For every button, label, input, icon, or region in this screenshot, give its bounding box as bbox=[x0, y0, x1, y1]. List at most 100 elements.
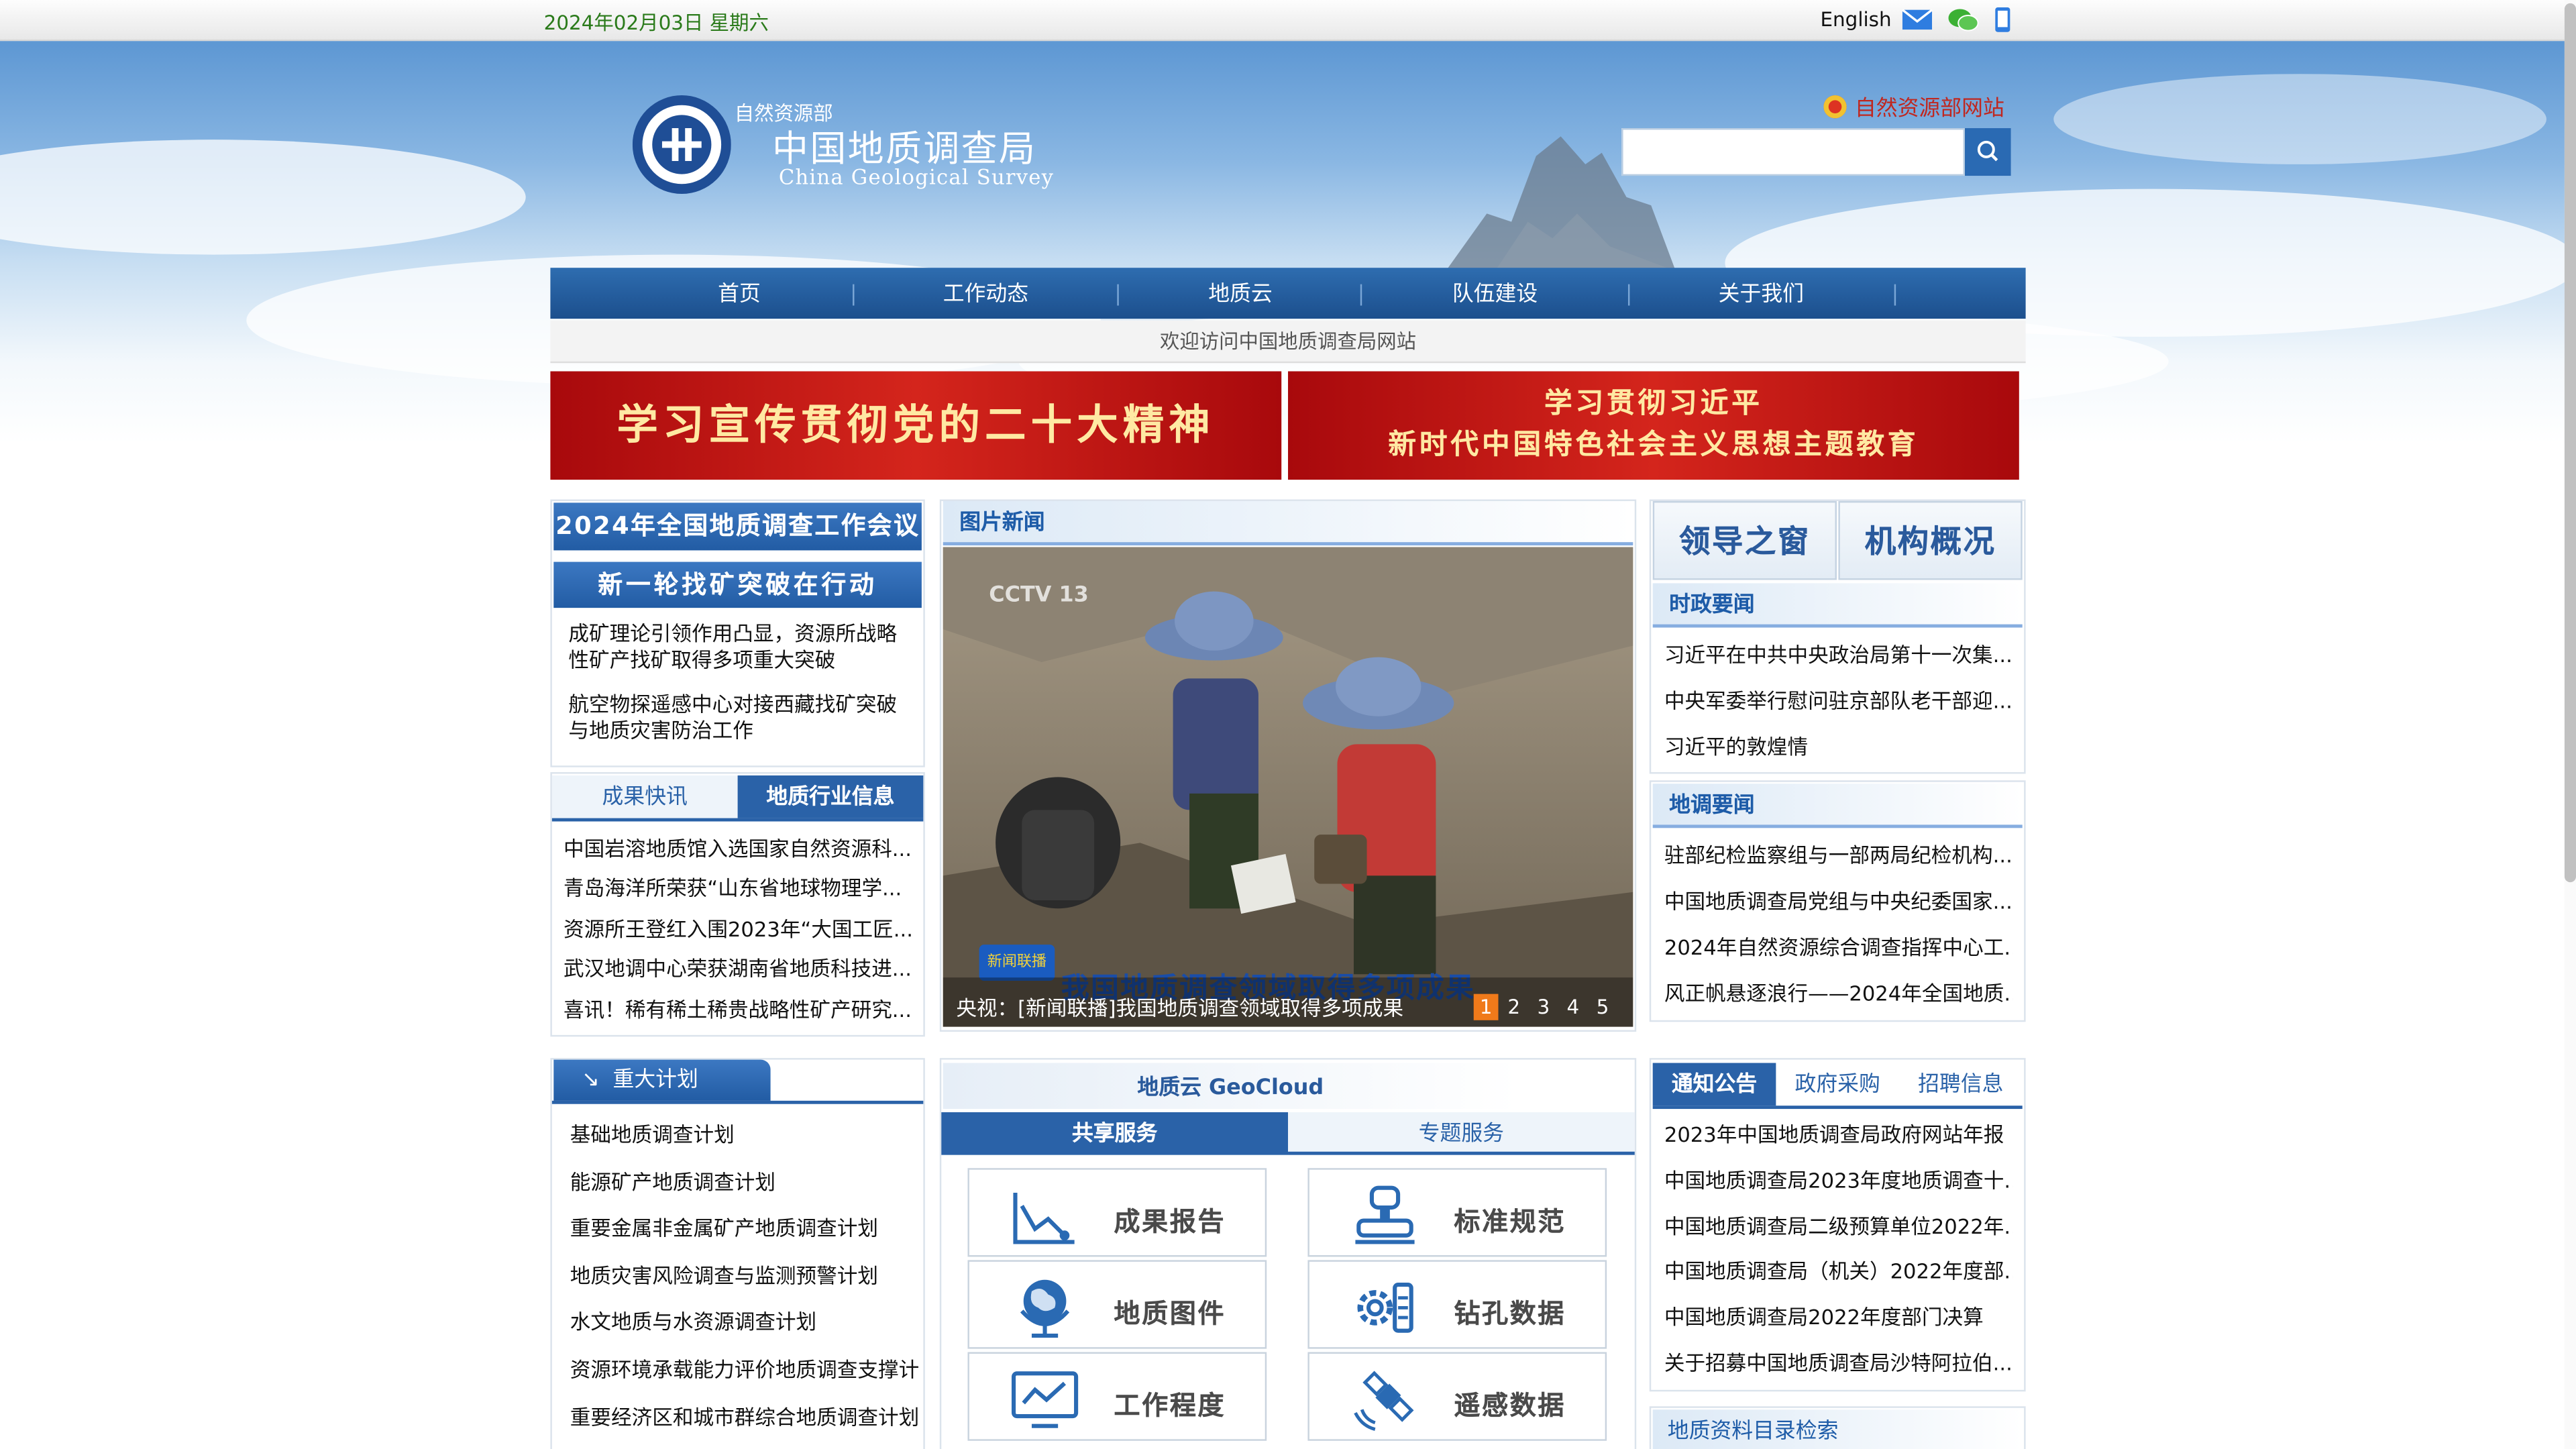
list-item[interactable]: 中国地质调查局二级预算单位2022年... bbox=[1664, 1214, 2012, 1240]
national-emblem-icon bbox=[1823, 95, 1847, 119]
list-item[interactable]: 风正帆悬逐浪行——2024年全国地质... bbox=[1664, 981, 2012, 1007]
list-item[interactable]: 青岛海洋所荣获“山东省地球物理学... bbox=[564, 875, 912, 902]
plans-panel bbox=[550, 1058, 925, 1449]
list-item[interactable]: 中国地质调查局党组与中央纪委国家... bbox=[1664, 889, 2012, 915]
slide-page-1[interactable]: 1 bbox=[1473, 994, 1499, 1020]
list-item[interactable]: 驻部纪检监察组与一部两局纪检机构... bbox=[1664, 843, 2012, 869]
service-work-level[interactable]: 工作程度 bbox=[967, 1352, 1267, 1441]
feature-item[interactable]: 成矿理论引领作用凸显，资源所战略性矿产找矿取得多项重大突破 bbox=[568, 621, 906, 674]
conference-banner[interactable]: 2024年全国地质调查工作会议 bbox=[553, 502, 922, 551]
photo-caption[interactable]: 央视：[新闻联播]我国地质调查领域取得多项成果 bbox=[956, 991, 1403, 1022]
cctv-logo: CCTV 13 bbox=[989, 583, 1089, 608]
politics-header: 时政要闻 bbox=[1652, 583, 2023, 628]
banner-theme-education[interactable]: 学习贯彻习近平 新时代中国特色社会主义思想主题教育 bbox=[1288, 371, 2019, 480]
geocloud-title[interactable]: 地质云 GeoCloud bbox=[943, 1063, 1518, 1110]
globe-icon bbox=[1020, 1279, 1070, 1338]
slide-page-2[interactable]: 2 bbox=[1501, 994, 1526, 1020]
service-geological-maps[interactable]: 地质图件 bbox=[967, 1260, 1267, 1349]
nav-home[interactable]: 首页 bbox=[608, 268, 871, 319]
search-button[interactable] bbox=[1965, 128, 2011, 176]
service-remote-sensing[interactable]: 遥感数据 bbox=[1307, 1352, 1607, 1441]
welcome-bar: 欢迎访问中国地质调查局网站 bbox=[550, 320, 2026, 364]
plan-item[interactable]: 资源环境承载能力评价地质调查支撑计 bbox=[570, 1357, 918, 1383]
search-icon bbox=[1977, 140, 1998, 162]
top-bar: 2024年02月03日 星期六 English bbox=[0, 0, 2576, 42]
scrollbar-thumb[interactable] bbox=[2564, 3, 2576, 883]
nav-geocloud[interactable]: 地质云 bbox=[1117, 268, 1363, 319]
plan-item[interactable]: 地质灾害风险调查与监测预警计划 bbox=[570, 1263, 918, 1289]
tab-achievements[interactable]: 成果快讯 bbox=[551, 775, 738, 818]
slide-page-4[interactable]: 4 bbox=[1561, 994, 1586, 1020]
plans-title: 重大计划 bbox=[612, 1067, 698, 1093]
photo-news-header: 图片新闻 bbox=[943, 500, 1633, 546]
list-item[interactable]: 习近平的敦煌情 bbox=[1664, 735, 2012, 761]
organization-button[interactable]: 机构概况 bbox=[1838, 500, 2023, 580]
list-item[interactable]: 习近平在中共中央政治局第十一次集... bbox=[1664, 643, 2012, 669]
arrow-icon: ↘ bbox=[581, 1067, 600, 1093]
catalog-search-link[interactable]: 地质资料目录检索 bbox=[1652, 1409, 2023, 1449]
service-label: 遥感数据 bbox=[1454, 1389, 1566, 1421]
list-item[interactable]: 中国地质调查局2023年度地质调查十... bbox=[1664, 1168, 2012, 1194]
plan-item[interactable]: 水文地质与水资源调查计划 bbox=[570, 1309, 918, 1336]
slide-page-5[interactable]: 5 bbox=[1591, 994, 1615, 1020]
mnr-link-label: 自然资源部网站 bbox=[1854, 97, 2004, 122]
search-input[interactable] bbox=[1621, 128, 1966, 176]
banner-twentieth-congress[interactable]: 学习宣传贯彻党的二十大精神 bbox=[550, 371, 1282, 480]
tab-thematic-services[interactable]: 专题服务 bbox=[1288, 1112, 1635, 1155]
wechat-icon[interactable] bbox=[1947, 7, 1980, 33]
service-achievement-reports[interactable]: 成果报告 bbox=[967, 1168, 1267, 1257]
tab-procurement[interactable]: 政府采购 bbox=[1776, 1063, 1899, 1106]
list-item[interactable]: 资源所王登红入围2023年“大国工匠... bbox=[564, 917, 912, 943]
tab-shared-services[interactable]: 共享服务 bbox=[941, 1112, 1289, 1155]
list-item[interactable]: 中国地质调查局2022年度部门决算 bbox=[1664, 1305, 2012, 1331]
leaders-window-button[interactable]: 领导之窗 bbox=[1652, 500, 1837, 580]
english-link[interactable]: English bbox=[1820, 8, 1891, 31]
service-label: 成果报告 bbox=[1114, 1205, 1226, 1238]
feature-item[interactable]: 航空物探遥感中心对接西藏找矿突破与地质灾害防治工作 bbox=[568, 692, 906, 744]
nav-work-news[interactable]: 工作动态 bbox=[854, 268, 1117, 319]
page: 2024年02月03日 星期六 English 自然资源部 中国地质调查局 Ch… bbox=[0, 0, 2576, 1449]
plan-item[interactable]: 重要经济区和城市群综合地质调查计划 bbox=[570, 1405, 918, 1431]
monitor-icon bbox=[1011, 1371, 1079, 1428]
list-item[interactable]: 中央军委举行慰问驻京部队老干部迎... bbox=[1664, 688, 2012, 714]
tab-industry-info[interactable]: 地质行业信息 bbox=[737, 775, 924, 818]
service-borehole-data[interactable]: 钻孔数据 bbox=[1307, 1260, 1607, 1349]
banner-line-2: 新时代中国特色社会主义思想主题教育 bbox=[1388, 429, 1919, 462]
survey-news-header: 地调要闻 bbox=[1652, 784, 2023, 828]
slide-page-3[interactable]: 3 bbox=[1531, 994, 1556, 1020]
list-item[interactable]: 2023年中国地质调查局政府网站年报 bbox=[1664, 1122, 2012, 1148]
gear-icon bbox=[1357, 1283, 1413, 1333]
tab-recruitment[interactable]: 招聘信息 bbox=[1899, 1063, 2023, 1106]
banner-line-1: 学习贯彻习近平 bbox=[1544, 387, 1763, 421]
service-label: 标准规范 bbox=[1454, 1205, 1566, 1238]
main-nav: 首页 工作动态 地质云 队伍建设 关于我们 bbox=[550, 268, 2026, 319]
plans-header: ↘ 重大计划 bbox=[553, 1059, 771, 1101]
nav-team[interactable]: 队伍建设 bbox=[1364, 268, 1627, 319]
logo-english: China Geological Survey bbox=[778, 164, 1055, 189]
list-item[interactable]: 喜讯！稀有稀土稀贵战略性矿产研究... bbox=[564, 998, 912, 1024]
service-label: 工作程度 bbox=[1114, 1389, 1226, 1421]
list-item[interactable]: 武汉地调中心荣获湖南省地质科技进... bbox=[564, 956, 912, 982]
report-chart-icon bbox=[1013, 1192, 1075, 1244]
list-item[interactable]: 中国岩溶地质馆入选国家自然资源科... bbox=[564, 837, 912, 863]
plan-item[interactable]: 能源矿产地质调查计划 bbox=[570, 1170, 918, 1196]
satellite-icon bbox=[1354, 1371, 1414, 1432]
plan-item[interactable]: 重要金属非金属矿产地质调查计划 bbox=[570, 1216, 918, 1242]
mail-icon[interactable] bbox=[1900, 7, 1933, 33]
plan-item[interactable]: 基础地质调查计划 bbox=[570, 1122, 918, 1148]
news-program-logo: 新闻联播 bbox=[979, 945, 1055, 981]
list-item[interactable]: 中国地质调查局（机关）2022年度部... bbox=[1664, 1258, 2012, 1285]
list-item[interactable]: 关于招募中国地质调查局沙特阿拉伯... bbox=[1664, 1350, 2012, 1377]
current-date: 2024年02月03日 星期六 bbox=[543, 11, 769, 35]
service-label: 钻孔数据 bbox=[1454, 1297, 1566, 1330]
service-label: 地质图件 bbox=[1114, 1297, 1226, 1330]
list-item[interactable]: 2024年自然资源综合调查指挥中心工... bbox=[1664, 934, 2012, 961]
cgs-logo bbox=[632, 95, 731, 194]
nav-about[interactable]: 关于我们 bbox=[1629, 268, 1892, 319]
service-standards[interactable]: 标准规范 bbox=[1307, 1168, 1607, 1257]
breakthrough-banner[interactable]: 新一轮找矿突破在行动 bbox=[553, 561, 922, 608]
mnr-website-link[interactable]: 自然资源部网站 bbox=[1823, 91, 2004, 122]
news-photo[interactable]: CCTV 13 新闻联播 我国地质调查领域取得多项成果 央视：[新闻联播]我国地… bbox=[943, 547, 1633, 1027]
mobile-icon[interactable] bbox=[1993, 7, 2012, 33]
tab-notices[interactable]: 通知公告 bbox=[1652, 1063, 1776, 1106]
